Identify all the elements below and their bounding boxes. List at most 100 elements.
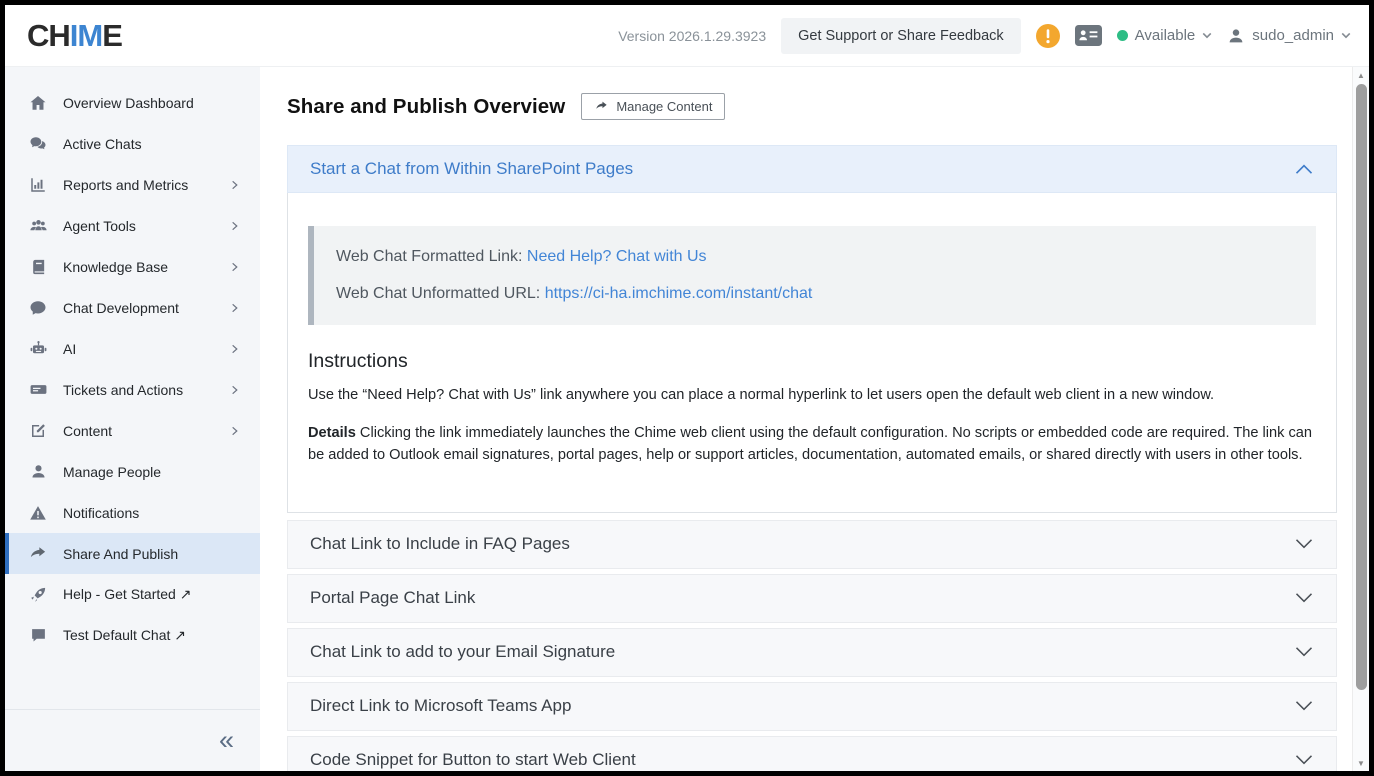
details-body: Clicking the link immediately launches t… bbox=[308, 425, 1312, 464]
accordion-header-sharepoint[interactable]: Start a Chat from Within SharePoint Page… bbox=[287, 145, 1337, 193]
formatted-chat-link[interactable]: Need Help? Chat with Us bbox=[527, 248, 707, 265]
home-icon bbox=[28, 94, 48, 112]
accordion-title: Direct Link to Microsoft Teams App bbox=[310, 696, 571, 716]
sidebar-item-ai[interactable]: AI bbox=[5, 328, 260, 369]
instructions-heading: Instructions bbox=[308, 350, 1316, 373]
accordion-section-sharepoint: Start a Chat from Within SharePoint Page… bbox=[287, 145, 1337, 513]
vertical-scrollbar[interactable]: ▲ ▼ bbox=[1352, 67, 1369, 771]
sidebar-item-label: Share And Publish bbox=[63, 546, 178, 562]
sidebar-collapse-button[interactable]: « bbox=[219, 727, 234, 754]
sidebar-item-label: Tickets and Actions bbox=[63, 382, 183, 398]
unformatted-chat-url-link[interactable]: https://ci-ha.imchime.com/instant/chat bbox=[545, 285, 813, 302]
instructions-text: Use the “Need Help? Chat with Us” link a… bbox=[308, 384, 1316, 407]
contact-card-icon[interactable] bbox=[1075, 25, 1102, 46]
sidebar-item-label: Knowledge Base bbox=[63, 259, 168, 275]
sidebar-item-label: Notifications bbox=[63, 505, 139, 521]
sidebar-item-chat-development[interactable]: Chat Development bbox=[5, 287, 260, 328]
accordion-title: Portal Page Chat Link bbox=[310, 588, 475, 608]
sidebar-item-active-chats[interactable]: Active Chats bbox=[5, 123, 260, 164]
sidebar-item-overview-dashboard[interactable]: Overview Dashboard bbox=[5, 82, 260, 123]
accordion-title: Code Snippet for Button to start Web Cli… bbox=[310, 750, 636, 770]
chevron-right-icon bbox=[229, 220, 240, 232]
accordion-header-teams-app[interactable]: Direct Link to Microsoft Teams App bbox=[287, 682, 1337, 731]
warning-triangle-icon bbox=[28, 504, 48, 522]
user-icon bbox=[1227, 27, 1245, 45]
scrollbar-thumb[interactable] bbox=[1356, 84, 1367, 690]
version-label: Version 2026.1.29.3923 bbox=[618, 28, 766, 44]
sidebar-footer: « bbox=[5, 709, 260, 771]
logo-text-blue: IM bbox=[70, 18, 102, 53]
book-icon bbox=[28, 258, 48, 276]
sidebar-item-label: Content bbox=[63, 423, 112, 439]
edit-icon bbox=[28, 422, 48, 440]
sidebar-item-label: Active Chats bbox=[63, 136, 142, 152]
user-menu-dropdown[interactable]: sudo_admin bbox=[1227, 27, 1351, 45]
formatted-link-row: Web Chat Formatted Link: Need Help? Chat… bbox=[336, 248, 1294, 266]
chime-logo[interactable]: CHIME bbox=[27, 18, 122, 54]
unformatted-url-label: Web Chat Unformatted URL: bbox=[336, 285, 540, 302]
available-status-dot bbox=[1117, 30, 1128, 41]
details-text: Details Clicking the link immediately la… bbox=[308, 422, 1316, 467]
unformatted-url-row: Web Chat Unformatted URL: https://ci-ha.… bbox=[336, 285, 1294, 303]
logo-text-dark2: E bbox=[102, 18, 122, 53]
availability-dropdown[interactable]: Available bbox=[1117, 27, 1213, 44]
rocket-icon bbox=[28, 586, 48, 604]
chevron-right-icon bbox=[229, 384, 240, 396]
accordion-header-code-snippet[interactable]: Code Snippet for Button to start Web Cli… bbox=[287, 736, 1337, 771]
sidebar-item-label: Agent Tools bbox=[63, 218, 136, 234]
accordion-header-portal-page[interactable]: Portal Page Chat Link bbox=[287, 574, 1337, 623]
chat-links-blockquote: Web Chat Formatted Link: Need Help? Chat… bbox=[308, 226, 1316, 325]
chevron-right-icon bbox=[229, 261, 240, 273]
support-feedback-button[interactable]: Get Support or Share Feedback bbox=[781, 18, 1021, 54]
sidebar-item-reports-and-metrics[interactable]: Reports and Metrics bbox=[5, 164, 260, 205]
chevron-down-icon bbox=[1294, 591, 1314, 605]
manage-content-button[interactable]: Manage Content bbox=[581, 93, 725, 120]
accordion-header-faq-pages[interactable]: Chat Link to Include in FAQ Pages bbox=[287, 520, 1337, 569]
sidebar-item-share-and-publish[interactable]: Share And Publish bbox=[5, 533, 260, 574]
details-label: Details bbox=[308, 425, 356, 441]
page-title: Share and Publish Overview bbox=[287, 95, 565, 119]
chevron-down-icon bbox=[1294, 645, 1314, 659]
chat-square-icon bbox=[28, 627, 48, 644]
main-content: Share and Publish Overview Manage Conten… bbox=[260, 67, 1352, 771]
report-chart-icon bbox=[28, 176, 48, 194]
share-icon bbox=[28, 545, 48, 563]
sidebar-item-label: AI bbox=[63, 341, 76, 357]
sidebar-item-label: Chat Development bbox=[63, 300, 179, 316]
ticket-icon bbox=[28, 380, 48, 399]
alert-icon[interactable] bbox=[1036, 24, 1060, 48]
accordion-title: Chat Link to add to your Email Signature bbox=[310, 642, 615, 662]
accordion-body-sharepoint: Web Chat Formatted Link: Need Help? Chat… bbox=[287, 193, 1337, 513]
scroll-down-arrow[interactable]: ▼ bbox=[1353, 755, 1369, 771]
sidebar-nav: Overview Dashboard Active Chats Reports … bbox=[5, 67, 260, 771]
chevron-up-icon bbox=[1294, 162, 1314, 176]
chevron-down-icon bbox=[1202, 32, 1212, 39]
manage-content-label: Manage Content bbox=[616, 99, 712, 114]
sidebar-item-help-get-started[interactable]: Help - Get Started ↗ bbox=[5, 574, 260, 615]
agents-icon bbox=[28, 216, 48, 235]
chat-bubble-icon bbox=[28, 299, 48, 317]
chevron-down-icon bbox=[1294, 699, 1314, 713]
sidebar-item-test-default-chat[interactable]: Test Default Chat ↗ bbox=[5, 615, 260, 656]
sidebar-item-agent-tools[interactable]: Agent Tools bbox=[5, 205, 260, 246]
sidebar-item-label: Test Default Chat ↗ bbox=[63, 627, 186, 644]
sidebar-item-tickets-and-actions[interactable]: Tickets and Actions bbox=[5, 369, 260, 410]
accordion-title: Chat Link to Include in FAQ Pages bbox=[310, 534, 570, 554]
chevron-right-icon bbox=[229, 343, 240, 355]
sidebar-item-content[interactable]: Content bbox=[5, 410, 260, 451]
sidebar-item-manage-people[interactable]: Manage People bbox=[5, 451, 260, 492]
scroll-up-arrow[interactable]: ▲ bbox=[1353, 67, 1369, 83]
sidebar-item-label: Help - Get Started ↗ bbox=[63, 586, 191, 603]
sidebar-item-knowledge-base[interactable]: Knowledge Base bbox=[5, 246, 260, 287]
person-icon bbox=[28, 463, 48, 480]
chevron-down-icon bbox=[1294, 753, 1314, 767]
chevron-down-icon bbox=[1294, 537, 1314, 551]
sidebar-item-notifications[interactable]: Notifications bbox=[5, 492, 260, 533]
share-icon bbox=[594, 100, 609, 113]
chats-icon bbox=[28, 135, 48, 153]
accordion-header-email-signature[interactable]: Chat Link to add to your Email Signature bbox=[287, 628, 1337, 677]
chevron-right-icon bbox=[229, 302, 240, 314]
sidebar-item-label: Reports and Metrics bbox=[63, 177, 188, 193]
logo-text-dark: CH bbox=[27, 18, 70, 53]
chevron-right-icon bbox=[229, 179, 240, 191]
